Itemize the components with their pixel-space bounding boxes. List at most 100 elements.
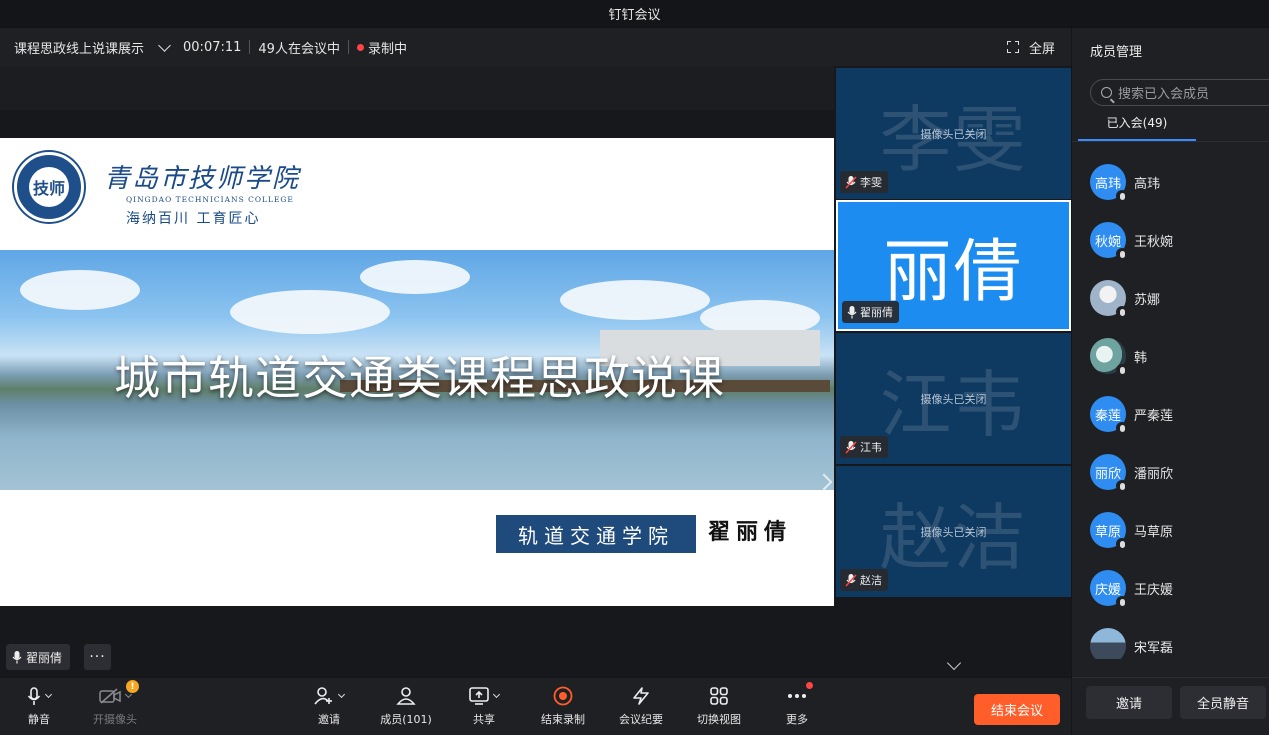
divider (347, 40, 349, 54)
meeting-info-bar: 课程思政线上说课展示 00:07:11 49人在会议中 录制中 全屏 (0, 28, 1071, 66)
list-item[interactable]: 草原 马草原 (1090, 510, 1173, 550)
share-button[interactable]: 共享 (449, 684, 519, 732)
avatar-text: 草原 (1094, 524, 1121, 540)
list-item[interactable]: 高玮 高玮 (1090, 162, 1160, 202)
video-strip: 李雯 摄像头已关闭 李雯 丽倩 翟丽倩 江韦 摄像头已关闭 江韦 赵洁 摄像头已… (834, 66, 1071, 677)
list-item[interactable]: 韩 (1090, 336, 1147, 376)
slide-header: 技师 青岛市技师学院 QINGDAO TECHNICIANS COLLEGE 海… (0, 138, 834, 250)
window-title: 钉钉会议 (608, 8, 661, 23)
tile-name: 李雯 (860, 176, 882, 189)
campus-photo: 城市轨道交通类课程思政说课 (0, 250, 834, 490)
tile-name: 赵洁 (860, 574, 882, 587)
avatar-text: 秦莲 (1094, 408, 1121, 424)
more-button[interactable]: 更多 (762, 682, 832, 732)
invite-toolbar-button[interactable]: 邀请 (294, 684, 364, 732)
recording-status: 录制中 (367, 41, 407, 57)
tile-name: 江韦 (860, 441, 882, 454)
more-icon: ··· (89, 649, 106, 665)
search-placeholder: 搜索已入会成员 (1118, 87, 1210, 102)
panel-title: 成员管理 (1090, 45, 1143, 60)
member-name: 苏娜 (1134, 292, 1161, 308)
member-name: 韩 (1134, 350, 1148, 366)
school-name-cn: 青岛市技师学院 (104, 164, 301, 194)
meeting-duration: 00:07:11 (183, 39, 242, 55)
microphone-icon (12, 650, 22, 663)
lightning-icon (633, 687, 649, 705)
member-list: 高玮 高玮 秋婉 王秋婉 苏娜 韩 秦莲 严秦莲 丽欣 潘丽欣 草原 马草原 庆… (1072, 154, 1269, 659)
more-icon (788, 694, 806, 698)
stop-recording-label: 结束录制 (541, 713, 585, 726)
cloud-shape (20, 270, 140, 310)
video-tile-active-speaker[interactable]: 丽倩 翟丽倩 (836, 200, 1071, 331)
avatar-text: 庆媛 (1094, 582, 1121, 598)
active-speaker-chip[interactable]: 翟丽倩 (6, 644, 71, 670)
tile-name-tag: 江韦 (840, 436, 888, 458)
mic-muted-icon (1116, 480, 1128, 492)
record-icon-wrap (553, 684, 573, 708)
list-item[interactable]: 苏娜 (1090, 278, 1160, 318)
avatar: 草原 (1090, 512, 1128, 550)
speaker-more-button[interactable]: ··· (84, 644, 111, 670)
avatar (1090, 338, 1128, 376)
microphone-icon (847, 305, 857, 318)
grid-view-icon (710, 687, 728, 705)
camera-button[interactable]: ! 开摄像头 (80, 680, 150, 732)
mic-muted-icon (1116, 306, 1128, 318)
mute-all-button[interactable]: 全员静音 (1180, 686, 1266, 719)
share-screen-icon (469, 687, 489, 705)
fullscreen-button[interactable]: 全屏 (1006, 28, 1055, 66)
active-speaker-name: 翟丽倩 (26, 650, 63, 665)
notification-dot-icon (806, 682, 813, 689)
list-item[interactable]: 庆媛 王庆媛 (1090, 568, 1173, 608)
mute-icon-wrap (27, 684, 53, 708)
video-tile[interactable]: 赵洁 摄像头已关闭 赵洁 (836, 466, 1071, 597)
tab-joined-members[interactable]: 已入会(49) (1078, 114, 1196, 141)
list-item[interactable]: 秦莲 严秦莲 (1090, 394, 1173, 434)
mic-muted-icon (1116, 422, 1128, 434)
member-name: 马草原 (1134, 524, 1174, 540)
avatar-text: 高玮 (1094, 176, 1121, 192)
end-meeting-button[interactable]: 结束会议 (974, 694, 1060, 725)
avatar-text: 丽欣 (1094, 466, 1121, 482)
window-titlebar: 钉钉会议 (0, 0, 1269, 28)
share-label: 共享 (473, 713, 495, 726)
meeting-toolbar: 静音 ! 开摄像头 邀请 成员(101) 共享 结束录制 会议纪要 切换视图 更… (0, 677, 1071, 735)
stage-top-band (0, 66, 834, 110)
meeting-topic-dropdown[interactable]: 课程思政线上说课展示 (14, 38, 177, 57)
strip-scroll-down-button[interactable] (924, 655, 984, 675)
divider (249, 40, 251, 54)
list-item[interactable]: 宋军磊 (1090, 626, 1173, 659)
invite-button[interactable]: 邀请 (1086, 686, 1172, 719)
fullscreen-label: 全屏 (1028, 41, 1055, 57)
mic-muted-icon (1116, 596, 1128, 608)
mic-muted-icon (845, 175, 857, 188)
cloud-shape (360, 260, 470, 294)
search-icon (1101, 87, 1112, 98)
stop-recording-button[interactable]: 结束录制 (528, 684, 598, 732)
slide-next-arrow-icon[interactable] (815, 473, 833, 490)
tile-name-tag: 翟丽倩 (842, 301, 899, 323)
tile-name-tag: 赵洁 (840, 569, 888, 591)
meeting-window: 钉钉会议 课程思政线上说课展示 00:07:11 49人在会议中 录制中 全屏 (0, 0, 1269, 735)
members-icon-wrap (396, 684, 416, 708)
video-tile[interactable]: 江韦 摄像头已关闭 江韦 (836, 333, 1071, 464)
department-label: 轨道交通学院 (496, 515, 696, 553)
member-panel: 成员管理 搜索已入会成员 已入会(49) 高玮 高玮 秋婉 王秋婉 苏娜 韩 秦… (1071, 28, 1269, 735)
member-search-input[interactable]: 搜索已入会成员 (1090, 79, 1269, 106)
mute-button[interactable]: 静音 (4, 684, 74, 732)
school-logo-text: 技师 (29, 167, 69, 207)
fullscreen-icon (1006, 41, 1019, 53)
mic-muted-icon (1116, 248, 1128, 260)
switch-view-button[interactable]: 切换视图 (684, 684, 754, 732)
members-button[interactable]: 成员(101) (371, 684, 441, 732)
more-label: 更多 (786, 713, 808, 726)
list-item[interactable]: 秋婉 王秋婉 (1090, 220, 1173, 260)
video-tile[interactable]: 李雯 摄像头已关闭 李雯 (836, 68, 1071, 199)
minutes-button[interactable]: 会议纪要 (606, 684, 676, 732)
record-icon (553, 686, 573, 706)
list-item[interactable]: 丽欣 潘丽欣 (1090, 452, 1173, 492)
invite-label: 邀请 (318, 713, 340, 726)
avatar: 庆媛 (1090, 570, 1128, 608)
add-user-icon (314, 687, 332, 705)
camera-off-status: 摄像头已关闭 (920, 128, 987, 141)
